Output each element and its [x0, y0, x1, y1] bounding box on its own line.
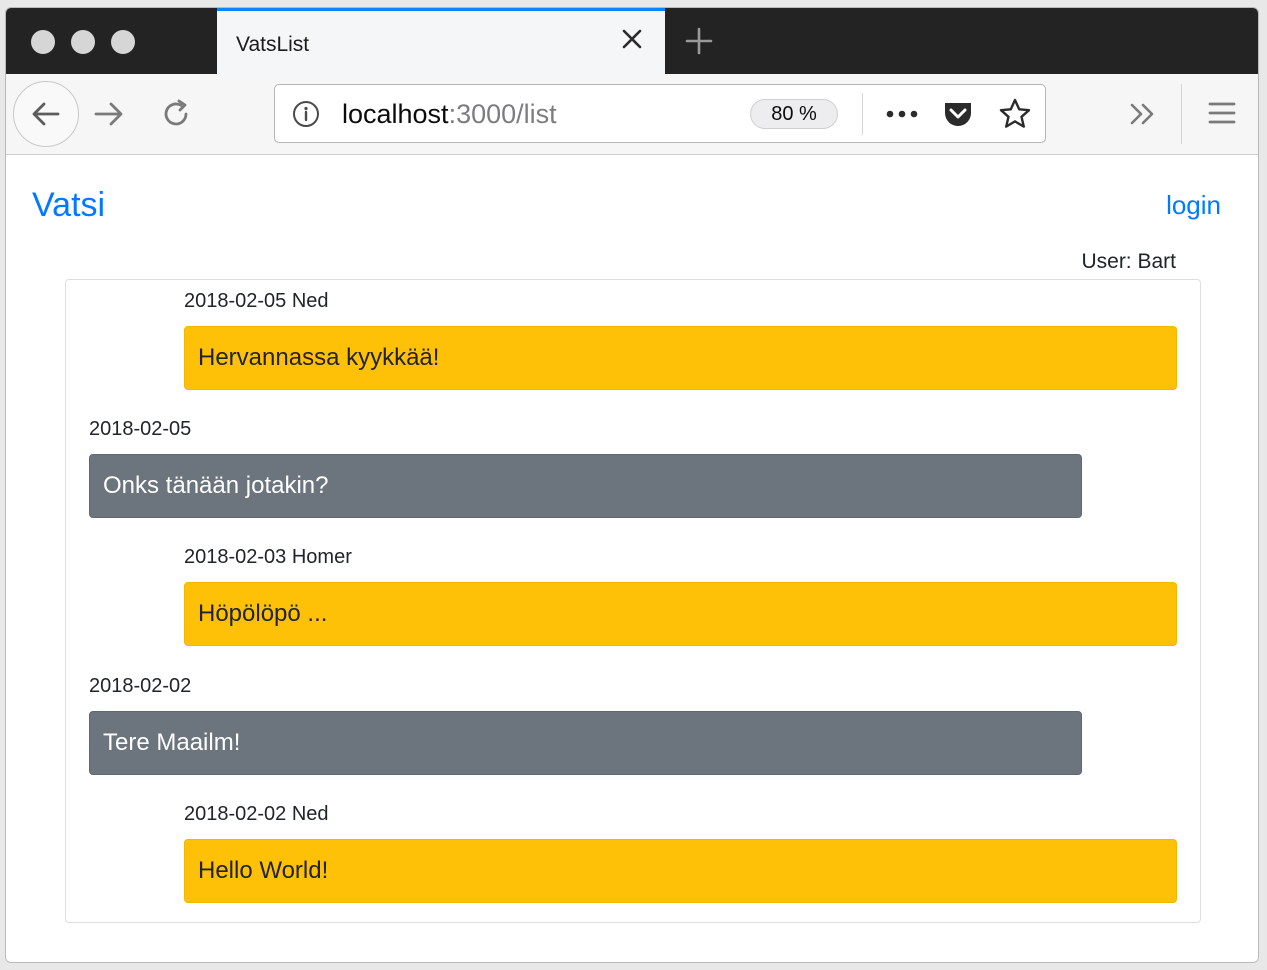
url-bar[interactable]: localhost:3000/list 80 % [274, 84, 1046, 143]
message-meta: 2018-02-02 [89, 675, 192, 697]
plus-icon[interactable] [683, 25, 715, 57]
url-host: localhost [342, 99, 449, 129]
message-meta: 2018-02-03 Homer [184, 546, 352, 568]
browser-window: VatsList localhost:3000/list 80 % Vatsi … [5, 7, 1259, 963]
message-list: 2018-02-05 Ned Hervannassa kyykkää! 2018… [65, 279, 1201, 923]
forward-arrow-icon [94, 102, 123, 126]
more-actions-icon[interactable] [882, 100, 922, 128]
message-bubble: Höpölöpö ... [184, 582, 1177, 646]
info-icon[interactable] [292, 100, 320, 128]
maximize-window-button[interactable] [111, 30, 135, 54]
message-meta: 2018-02-05 [89, 418, 192, 440]
zoom-level-badge[interactable]: 80 % [750, 99, 838, 129]
toolbar-divider [1181, 84, 1182, 144]
message-item: 2018-02-02 Tere Maailm! [89, 673, 1082, 775]
tab-vatslist[interactable]: VatsList [217, 8, 665, 74]
close-window-button[interactable] [31, 30, 55, 54]
close-icon[interactable] [617, 24, 647, 54]
message-item: 2018-02-03 Homer Höpölöpö ... [184, 544, 1177, 646]
url-path: :3000/list [448, 99, 557, 129]
current-user-label: User: Bart [1081, 250, 1176, 273]
message-item: 2018-02-05 Ned Hervannassa kyykkää! [184, 288, 1177, 390]
tab-title: VatsList [236, 33, 310, 56]
message-bubble: Hervannassa kyykkää! [184, 326, 1177, 390]
message-item: 2018-02-05 Onks tänään jotakin? [89, 416, 1082, 518]
back-arrow-icon [32, 102, 60, 126]
brand-link[interactable]: Vatsi [32, 186, 105, 225]
message-meta: 2018-02-05 Ned [184, 290, 329, 312]
tab-strip: VatsList [6, 8, 1258, 74]
url-bar-divider [862, 93, 863, 135]
login-link[interactable]: login [1166, 190, 1221, 221]
overflow-chevron-icon[interactable] [1126, 96, 1162, 132]
minimize-window-button[interactable] [71, 30, 95, 54]
page-content: Vatsi login User: Bart 2018-02-05 Ned He… [6, 156, 1258, 962]
reload-icon [164, 99, 188, 126]
pocket-icon[interactable] [942, 98, 974, 130]
message-meta: 2018-02-02 Ned [184, 803, 329, 825]
message-bubble: Onks tänään jotakin? [89, 454, 1082, 518]
message-bubble: Hello World! [184, 839, 1177, 903]
reload-button[interactable] [156, 94, 196, 134]
hamburger-menu-icon[interactable] [1206, 96, 1238, 130]
navigation-toolbar: localhost:3000/list 80 % [6, 74, 1258, 155]
star-icon[interactable] [998, 97, 1032, 131]
back-button[interactable] [13, 81, 79, 147]
message-bubble: Tere Maailm! [89, 711, 1082, 775]
forward-button[interactable] [90, 94, 130, 134]
message-item: 2018-02-02 Ned Hello World! [184, 801, 1177, 903]
url-text[interactable]: localhost:3000/list [342, 99, 557, 130]
